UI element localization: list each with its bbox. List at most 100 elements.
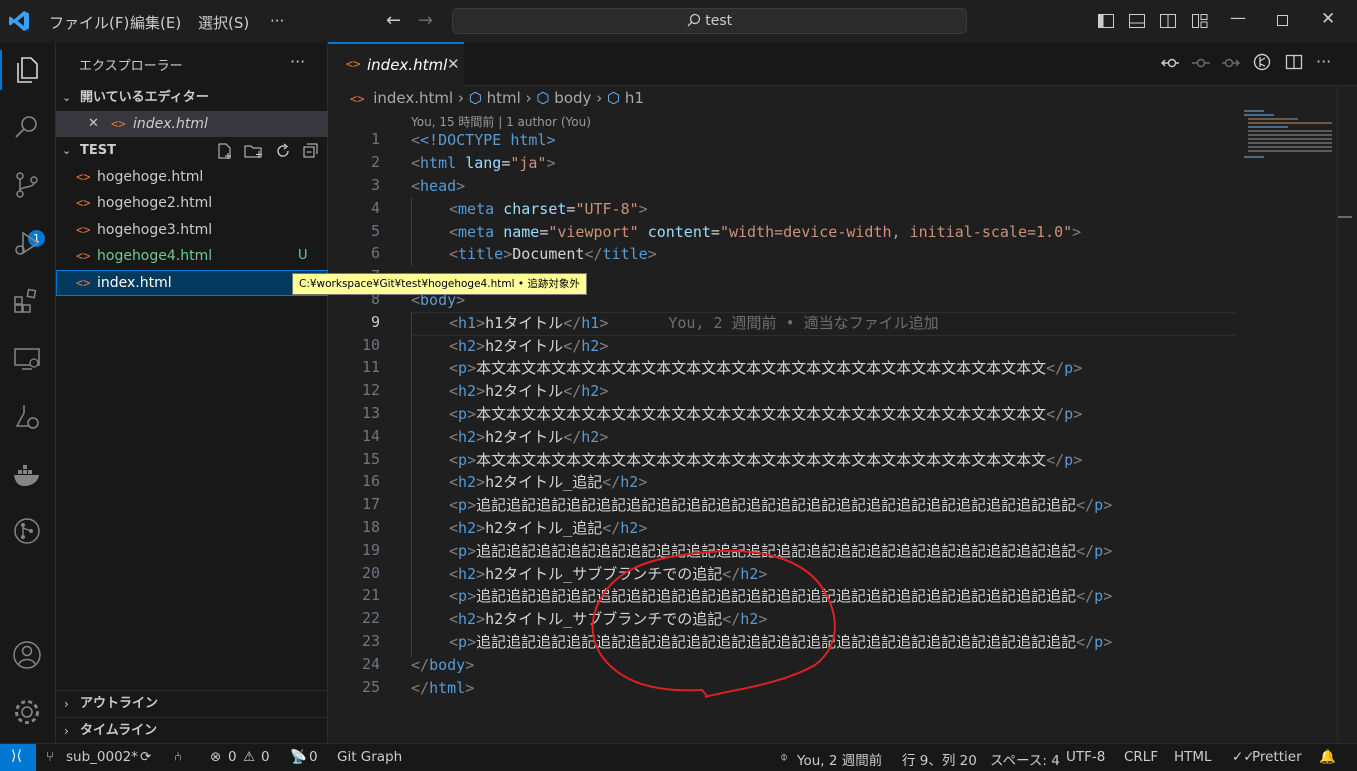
- codelens-author[interactable]: You, 15 時間前 | 1 author (You): [411, 113, 591, 130]
- file-item-selected[interactable]: <> index.html: [56, 270, 328, 296]
- cursor-position[interactable]: 行 9、列 20: [902, 749, 977, 769]
- tab-label: index.html: [367, 56, 448, 74]
- close-editor-icon[interactable]: ✕: [88, 111, 99, 137]
- prettier-status[interactable]: Prettier: [1252, 749, 1302, 765]
- code-line[interactable]: <h2>h2タイトル</h2>: [449, 335, 608, 358]
- run-debug-icon[interactable]: [12, 228, 42, 258]
- code-line[interactable]: <h2>h2タイトル</h2>: [449, 380, 608, 403]
- file-item[interactable]: <> hogehoge3.html: [56, 217, 328, 243]
- file-item[interactable]: <> hogehoge2.html: [56, 190, 328, 216]
- code-line[interactable]: <p>本文本文本文本文本文本文本文本文本文本文本文本文本文本文本文本文本文本文本…: [449, 357, 1082, 380]
- toggle-primary-sidebar-icon[interactable]: [1097, 12, 1115, 30]
- open-editors-header[interactable]: ⌄ 開いているエディター: [56, 85, 328, 111]
- refresh-icon[interactable]: [274, 142, 292, 160]
- source-control-icon[interactable]: [12, 170, 42, 200]
- menu-more[interactable]: ···: [270, 12, 284, 30]
- docker-icon[interactable]: [12, 460, 42, 490]
- bell-icon[interactable]: 🔔: [1319, 749, 1336, 765]
- git-graph-button[interactable]: Git Graph: [337, 749, 402, 765]
- warning-icon[interactable]: ⚠: [243, 749, 255, 765]
- explorer-icon[interactable]: [12, 54, 42, 84]
- code-line[interactable]: <html lang="ja">: [411, 152, 556, 175]
- tab-index-html[interactable]: <> index.html ✕: [328, 42, 464, 86]
- menu-edit[interactable]: 編集(E): [130, 12, 181, 33]
- code-line[interactable]: <<!DOCTYPE html>: [411, 129, 556, 152]
- code-line[interactable]: </body>: [411, 654, 474, 677]
- git-graph-icon[interactable]: [12, 516, 42, 546]
- extensions-icon[interactable]: [12, 286, 42, 316]
- menu-file[interactable]: ファイル(F): [49, 12, 129, 33]
- settings-gear-icon[interactable]: [12, 697, 42, 727]
- language-mode[interactable]: HTML: [1174, 749, 1212, 765]
- vscode-logo-icon[interactable]: [8, 10, 30, 32]
- editor-more-icon[interactable]: ···: [1316, 52, 1331, 71]
- vertical-scrollbar[interactable]: [1337, 86, 1357, 743]
- encoding[interactable]: UTF-8: [1066, 749, 1105, 765]
- remote-indicator[interactable]: ⟩⟨: [0, 744, 36, 771]
- account-icon[interactable]: [12, 640, 42, 670]
- folder-header[interactable]: ⌄ TEST: [56, 138, 328, 164]
- testing-icon[interactable]: [12, 402, 42, 432]
- git-blame-status[interactable]: You, 2 週間前: [797, 749, 882, 769]
- indentation[interactable]: スペース: 4: [990, 749, 1060, 769]
- git-forward-icon[interactable]: [1221, 54, 1241, 72]
- code-line[interactable]: </html>: [411, 677, 474, 700]
- code-line[interactable]: <p>本文本文本文本文本文本文本文本文本文本文本文本文本文本文本文本文本文本文本…: [449, 403, 1082, 426]
- code-line[interactable]: <h2>h2タイトル</h2>: [449, 426, 608, 449]
- search-icon[interactable]: [12, 112, 42, 142]
- error-count[interactable]: 0: [228, 749, 237, 765]
- line-number: 4: [370, 199, 380, 217]
- forward-arrow-icon[interactable]: →: [418, 10, 433, 31]
- new-file-icon[interactable]: [216, 142, 234, 160]
- outline-header[interactable]: › アウトライン: [56, 690, 328, 717]
- code-line[interactable]: <title>Document</title>: [449, 243, 657, 266]
- sync-icon[interactable]: ⟳: [140, 749, 151, 765]
- code-line-current[interactable]: <h1>h1タイトル</h1> You, 2 週間前 • 適当なファイル追加: [449, 312, 939, 335]
- open-editor-item[interactable]: ✕ <> index.html: [56, 111, 328, 137]
- breadcrumb-h1[interactable]: h1: [625, 89, 644, 107]
- breadcrumb-file[interactable]: index.html: [373, 89, 453, 107]
- minimap[interactable]: [1244, 110, 1334, 160]
- ports-count[interactable]: 0: [309, 749, 318, 765]
- customize-layout-icon[interactable]: [1191, 12, 1209, 30]
- minimize-icon[interactable]: —: [1230, 8, 1246, 27]
- toggle-secondary-sidebar-icon[interactable]: [1159, 12, 1177, 30]
- branch-name[interactable]: sub_0002*: [66, 749, 138, 765]
- maximize-icon[interactable]: [1277, 15, 1289, 27]
- code-line[interactable]: <p>本文本文本文本文本文本文本文本文本文本文本文本文本文本文本文本文本文本文本…: [449, 449, 1082, 472]
- git-commit-icon[interactable]: [1191, 54, 1211, 72]
- error-icon[interactable]: ⊗: [210, 749, 221, 765]
- close-window-icon[interactable]: ✕: [1321, 9, 1335, 29]
- ports-icon[interactable]: 📡: [290, 749, 307, 765]
- line-number: 2: [370, 153, 380, 171]
- line-ending[interactable]: CRLF: [1124, 749, 1158, 765]
- sidebar-more-button[interactable]: ···: [290, 52, 305, 71]
- command-center-search[interactable]: test: [452, 8, 967, 34]
- code-line[interactable]: <head>: [411, 175, 465, 198]
- breadcrumb-body[interactable]: body: [554, 89, 591, 107]
- close-tab-icon[interactable]: ✕: [447, 55, 460, 73]
- chevron-down-icon: ⌄: [62, 144, 72, 157]
- code-line[interactable]: <meta charset="UTF-8">: [449, 198, 648, 221]
- code-line[interactable]: <h2>h2タイトル_追記</h2>: [449, 471, 647, 494]
- git-back-icon[interactable]: [1160, 54, 1180, 72]
- new-folder-icon[interactable]: [244, 142, 264, 160]
- breadcrumb-html[interactable]: html: [487, 89, 521, 107]
- git-pr-icon[interactable]: ⑃: [174, 749, 182, 765]
- code-line[interactable]: <p>追記追記追記追記追記追記追記追記追記追記追記追記追記追記追記追記追記追記追…: [449, 494, 1112, 517]
- line-number: 10: [361, 336, 380, 354]
- warning-count[interactable]: 0: [261, 749, 270, 765]
- code-line[interactable]: <h2>h2タイトル_追記</h2>: [449, 517, 647, 540]
- code-line[interactable]: <meta name="viewport" content="width=dev…: [449, 221, 1081, 244]
- menu-selection[interactable]: 選択(S): [198, 12, 249, 33]
- open-changes-icon[interactable]: [1253, 53, 1271, 71]
- toggle-panel-icon[interactable]: [1128, 12, 1146, 30]
- timeline-header[interactable]: › タイムライン: [56, 717, 328, 744]
- file-item[interactable]: <> hogehoge.html: [56, 164, 328, 190]
- remote-explorer-icon[interactable]: [12, 344, 42, 374]
- element-icon: ⬡: [536, 89, 550, 107]
- collapse-all-icon[interactable]: [302, 142, 320, 160]
- split-editor-icon[interactable]: [1285, 53, 1303, 71]
- back-arrow-icon[interactable]: ←: [386, 10, 401, 31]
- file-item[interactable]: <> hogehoge4.html U: [56, 243, 328, 269]
